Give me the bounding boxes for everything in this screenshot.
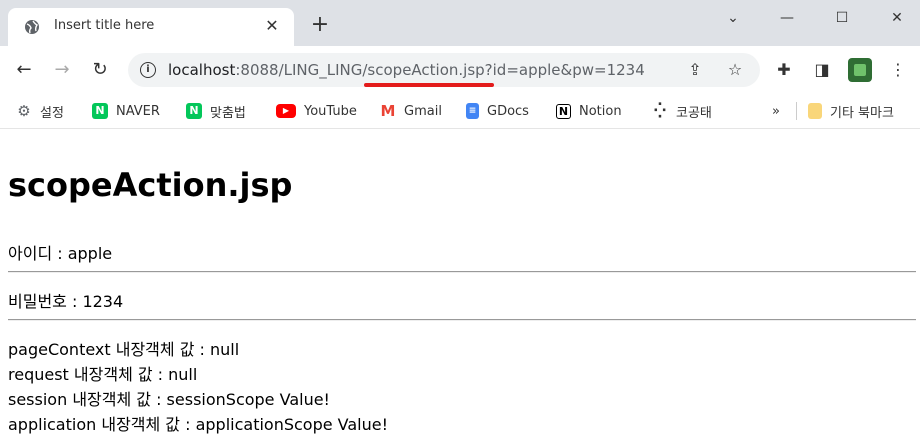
globe-icon bbox=[25, 20, 39, 34]
bookmark-star-icon[interactable]: ☆ bbox=[724, 59, 746, 81]
bookmark-label: 설정 bbox=[40, 105, 64, 121]
id-text: 아이디 : apple bbox=[8, 244, 113, 263]
close-window-button[interactable]: ✕ bbox=[874, 0, 920, 36]
maximize-button[interactable]: ☐ bbox=[819, 0, 865, 36]
application-value: application 내장객체 값 : applicationScope Va… bbox=[8, 415, 389, 434]
url-text[interactable]: localhost:8088/LING_LING/scopeAction.jsp… bbox=[168, 61, 645, 79]
tab-close-icon[interactable]: ✕ bbox=[260, 14, 284, 38]
reload-icon[interactable]: ↻ bbox=[86, 56, 114, 84]
browser-tab[interactable]: Insert title here ✕ bbox=[8, 8, 294, 46]
bookmark-label: Notion bbox=[579, 103, 622, 119]
title-bar: Insert title here ✕ + ⌄ — ☐ ✕ bbox=[0, 0, 920, 46]
bookmark-label: YouTube bbox=[304, 103, 357, 119]
tab-title: Insert title here bbox=[54, 18, 155, 33]
bookmark-kogongtae[interactable]: ⁛ 코공태 bbox=[652, 101, 712, 121]
bookmark-settings[interactable]: ⚙ 설정 bbox=[16, 101, 64, 121]
bookmark-label: GDocs bbox=[487, 103, 529, 119]
dots-icon: ⁛ bbox=[653, 103, 667, 119]
bookmarks-overflow-button[interactable]: » bbox=[772, 101, 780, 121]
bookmark-naver[interactable]: N NAVER bbox=[92, 101, 160, 121]
tab-search-icon[interactable]: ⌄ bbox=[710, 0, 756, 36]
divider bbox=[8, 271, 916, 273]
bookmarks-bar: ⚙ 설정 N NAVER N 맞춤법 ▶ YouTube M Gmail ≡ G… bbox=[0, 94, 920, 129]
url-highlight-underline bbox=[364, 83, 494, 87]
minimize-button[interactable]: — bbox=[764, 0, 810, 36]
session-value: session 내장객체 값 : sessionScope Value! bbox=[8, 390, 330, 409]
notion-icon: N bbox=[556, 103, 571, 119]
bookmark-label: 맞춤법 bbox=[210, 105, 246, 121]
url-host: localhost bbox=[168, 61, 236, 79]
password-text: 비밀번호 : 1234 bbox=[8, 292, 124, 311]
bookmark-youtube[interactable]: ▶ YouTube bbox=[276, 101, 357, 121]
other-bookmarks[interactable]: 기타 북마크 bbox=[808, 101, 894, 121]
bookmark-label: NAVER bbox=[116, 103, 160, 119]
bookmark-label: 코공태 bbox=[676, 105, 712, 121]
address-bar[interactable]: i localhost:8088/LING_LING/scopeAction.j… bbox=[128, 53, 760, 87]
bookmark-spellcheck[interactable]: N 맞춤법 bbox=[186, 101, 246, 121]
bookmark-gmail[interactable]: M Gmail bbox=[380, 101, 442, 121]
site-info-icon[interactable]: i bbox=[140, 62, 156, 78]
profile-avatar-icon[interactable] bbox=[848, 58, 872, 82]
other-bookmarks-label: 기타 북마크 bbox=[830, 105, 894, 121]
youtube-icon: ▶ bbox=[276, 104, 296, 118]
side-panel-icon[interactable]: ◨ bbox=[810, 58, 834, 82]
back-arrow-icon[interactable]: ← bbox=[10, 56, 38, 84]
pagecontext-value: pageContext 내장객체 값 : null bbox=[8, 340, 240, 359]
url-path: :8088/LING_LING/scopeAction.jsp?id=apple… bbox=[235, 61, 645, 79]
divider bbox=[8, 319, 916, 321]
new-tab-button[interactable]: + bbox=[306, 12, 334, 40]
share-icon[interactable]: ⇪ bbox=[684, 59, 706, 81]
naver-icon: N bbox=[92, 103, 108, 119]
extensions-puzzle-icon[interactable]: ✚ bbox=[772, 58, 796, 82]
folder-icon bbox=[808, 103, 822, 119]
docs-icon: ≡ bbox=[466, 103, 479, 119]
bookmark-gdocs[interactable]: ≡ GDocs bbox=[466, 101, 529, 121]
naver-icon: N bbox=[186, 103, 202, 119]
bookmark-label: Gmail bbox=[404, 103, 442, 119]
browser-toolbar: ← → ↻ i localhost:8088/LING_LING/scopeAc… bbox=[0, 46, 920, 94]
menu-kebab-icon[interactable]: ⋮ bbox=[886, 58, 910, 82]
bookmarks-divider bbox=[796, 102, 797, 120]
request-value: request 내장객체 값 : null bbox=[8, 365, 198, 384]
bookmark-notion[interactable]: N Notion bbox=[556, 101, 622, 121]
forward-arrow-icon[interactable]: → bbox=[48, 56, 76, 84]
gmail-icon: M bbox=[380, 102, 396, 120]
gear-icon: ⚙ bbox=[17, 102, 31, 120]
page-heading: scopeAction.jsp bbox=[8, 166, 293, 204]
